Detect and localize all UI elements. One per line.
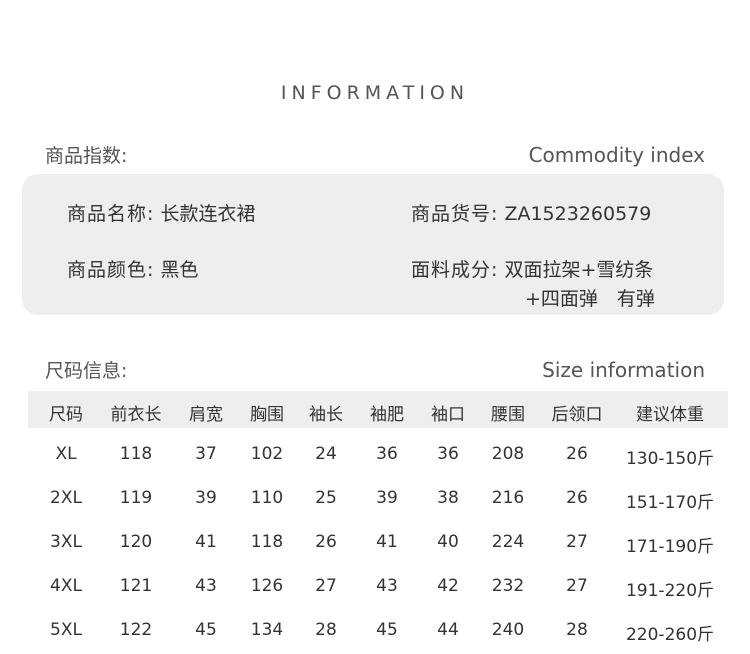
- size-table-cell: 191-220斤: [625, 581, 715, 601]
- product-sku-label: 商品货号:: [411, 203, 499, 225]
- size-table-cell: 28: [566, 620, 588, 640]
- size-table-cell: 26: [315, 532, 337, 552]
- size-table-cell: 37: [195, 444, 217, 464]
- commodity-heading-en: Commodity index: [528, 143, 705, 167]
- page-title: INFORMATION: [280, 82, 470, 104]
- size-table-cell: 42: [437, 576, 459, 596]
- size-table-cell: 40: [437, 532, 459, 552]
- size-table-cell: 4XL: [50, 576, 82, 596]
- size-table-cell: 110: [250, 488, 284, 508]
- size-table-cell: 24: [315, 444, 337, 464]
- size-table-header-cell: 尺码: [49, 405, 83, 425]
- size-table-header-cell: 胸围: [250, 405, 284, 425]
- size-table-cell: 36: [376, 444, 398, 464]
- size-table-cell: 27: [566, 576, 588, 596]
- product-name-value: 长款连衣裙: [160, 203, 256, 225]
- size-table-cell: XL: [55, 444, 77, 464]
- size-table-cell: 36: [437, 444, 459, 464]
- size-table-cell: 126: [250, 576, 284, 596]
- product-material-label: 面料成分:: [411, 259, 499, 281]
- product-name-label: 商品名称:: [67, 203, 155, 225]
- size-table-cell: 121: [119, 576, 153, 596]
- product-material-value: 双面拉架+雪纺条: [504, 259, 654, 281]
- size-table-cell: 41: [195, 532, 217, 552]
- size-table-header-cell: 袖口: [431, 405, 465, 425]
- size-table-cell: 232: [491, 576, 525, 596]
- product-name-field: 商品名称: 长款连衣裙: [67, 199, 255, 226]
- size-table-header-cell: 腰围: [491, 405, 525, 425]
- size-table-cell: 120: [119, 532, 153, 552]
- size-table-cell: 43: [376, 576, 398, 596]
- size-table-cell: 43: [195, 576, 217, 596]
- size-table-header-cell: 肩宽: [189, 405, 223, 425]
- product-material-field: 面料成分: 双面拉架+雪纺条: [411, 255, 653, 282]
- size-heading-cn: 尺码信息:: [45, 360, 128, 382]
- size-table-cell: 39: [376, 488, 398, 508]
- size-table-cell: 41: [376, 532, 398, 552]
- size-table-cell: 45: [195, 620, 217, 640]
- size-table-cell: 26: [566, 444, 588, 464]
- product-sku-field: 商品货号: ZA1523260579: [411, 199, 651, 226]
- size-table-cell: 119: [119, 488, 153, 508]
- size-table-cell: 208: [491, 444, 525, 464]
- size-table-cell: 26: [566, 488, 588, 508]
- size-table-cell: 122: [119, 620, 153, 640]
- size-table-cell: 130-150斤: [625, 449, 715, 469]
- size-table-cell: 118: [250, 532, 284, 552]
- commodity-section-header: 商品指数: Commodity index: [45, 141, 705, 168]
- product-color-label: 商品颜色:: [67, 259, 155, 281]
- size-table-cell: 44: [437, 620, 459, 640]
- size-table-header-cell: 建议体重: [636, 405, 704, 425]
- size-table-cell: 102: [250, 444, 284, 464]
- size-table-header-cell: 后领口: [551, 405, 603, 425]
- size-section-header: 尺码信息: Size information: [45, 356, 705, 383]
- size-table-cell: 240: [491, 620, 525, 640]
- size-table-cell: 216: [491, 488, 525, 508]
- size-table-cell: 28: [315, 620, 337, 640]
- size-table-cell: 39: [195, 488, 217, 508]
- size-table-cell: 38: [437, 488, 459, 508]
- size-table-cell: 3XL: [50, 532, 82, 552]
- size-table-header-cell: 袖肥: [370, 405, 404, 425]
- commodity-heading-cn: 商品指数:: [45, 145, 128, 167]
- size-table-cell: 2XL: [50, 488, 82, 508]
- size-table-cell: 27: [315, 576, 337, 596]
- size-table-header-cell: 袖长: [309, 405, 343, 425]
- size-table-cell: 45: [376, 620, 398, 640]
- size-table-cell: 118: [119, 444, 153, 464]
- size-heading-en: Size information: [542, 358, 705, 382]
- product-color-value: 黑色: [160, 259, 199, 281]
- product-sku-value: ZA1523260579: [504, 203, 652, 225]
- size-table-cell: 25: [315, 488, 337, 508]
- size-table-cell: 224: [491, 532, 525, 552]
- size-table-cell: 5XL: [50, 620, 82, 640]
- product-color-field: 商品颜色: 黑色: [67, 255, 198, 282]
- product-material-value-line2: +四面弹 有弹: [525, 288, 655, 310]
- size-table-header-cell: 前衣长: [110, 405, 162, 425]
- size-table-cell: 151-170斤: [625, 493, 715, 513]
- size-table-cell: 171-190斤: [625, 537, 715, 557]
- size-table-cell: 134: [250, 620, 284, 640]
- size-table-cell: 27: [566, 532, 588, 552]
- size-table-cell: 220-260斤: [625, 625, 715, 645]
